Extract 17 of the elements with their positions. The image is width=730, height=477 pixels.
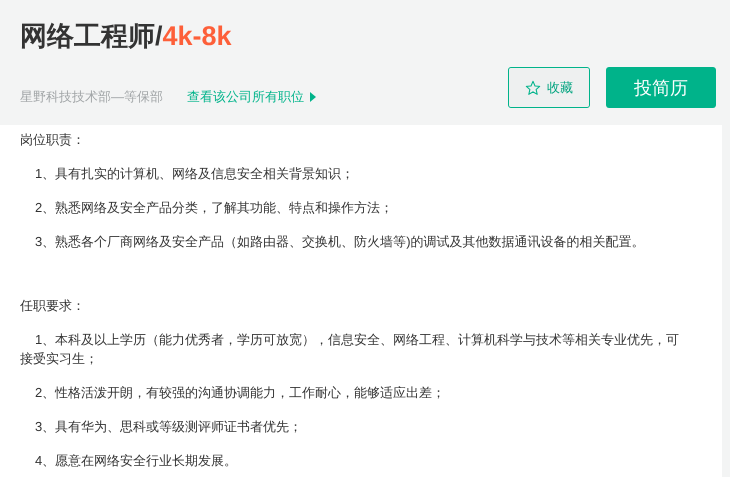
list-item: 1、本科及以上学历（能力优秀者，学历可放宽），信息安全、网络工程、计算机科学与技术等相关专业优先，可接受实习生； — [20, 331, 680, 368]
section-heading: 岗位职责： — [20, 131, 86, 149]
job-title: 网络工程师/ — [20, 20, 163, 53]
salary: 4k-8k — [162, 21, 232, 52]
company-name: 星野科技技术部—等保部 — [20, 88, 163, 106]
company-jobs-link[interactable]: 查看该公司所有职位 — [187, 88, 316, 106]
section-heading: 任职要求： — [20, 297, 86, 315]
list-item: 2、熟悉网络及安全产品分类，了解其功能、特点和操作方法； — [34, 199, 394, 217]
star-icon — [525, 80, 541, 96]
caret-icon — [310, 92, 316, 102]
apply-button[interactable]: 投简历 — [606, 67, 716, 108]
list-item: 2、性格活泼开朗，有较强的沟通协调能力，工作耐心，能够适应出差； — [34, 384, 446, 402]
list-item: 3、具有华为、思科或等级测评师证书者优先； — [34, 418, 304, 436]
favorite-button[interactable]: 收藏 — [508, 67, 590, 108]
list-item: 1、具有扎实的计算机、网络及信息安全相关背景知识； — [34, 165, 356, 183]
list-item: 3、熟悉各个厂商网络及安全产品（如路由器、交换机、防火墙等)的调试及其他数据通讯设备的相关配置。 — [34, 233, 646, 251]
list-item: 4、愿意在网络安全行业长期发展。 — [34, 452, 238, 470]
